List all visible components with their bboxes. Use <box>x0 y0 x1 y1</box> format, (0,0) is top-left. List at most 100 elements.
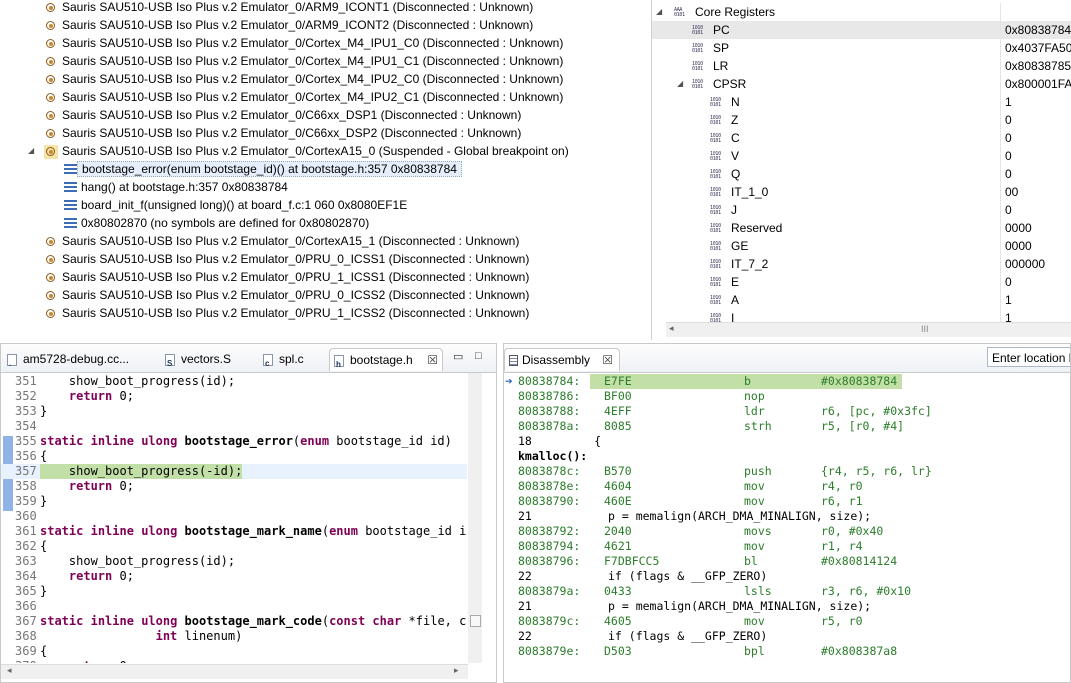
code-line[interactable]: 370 return 0; <box>1 659 467 663</box>
code-line[interactable]: 358 return 0; <box>1 479 467 494</box>
disassembly-lines[interactable]: 80838784: E7FE b #0x80838784 80838786: BF00 no… <box>504 374 1070 664</box>
scroll-left-icon[interactable]: ◂ <box>669 323 674 334</box>
tab-am5728-debug[interactable]: . am5728-debug.cc... <box>3 348 129 370</box>
register-row[interactable]: 1010 0101 PC 0x80838784 <box>652 21 1071 39</box>
instruction-line[interactable]: 8083879c: 4605 mov r5, r0 <box>504 614 1070 629</box>
instruction-line[interactable]: 80838784: E7FE b #0x80838784 <box>504 374 1070 389</box>
code-line[interactable]: 361 static inline ulong bootstage_mark_na… <box>1 524 467 539</box>
code-line[interactable]: 356{ <box>1 449 467 464</box>
register-value[interactable]: 0 <box>1005 165 1012 183</box>
debug-node[interactable]: Sauris SAU510-USB Iso Plus v.2 Emulator_… <box>30 34 563 52</box>
register-value[interactable]: 0x80838785 <box>1005 57 1071 75</box>
register-row[interactable]: 1010 0101 SP 0x4037FA50 <box>652 39 1071 57</box>
code-line[interactable]: 359} <box>1 494 467 509</box>
scroll-left-icon[interactable]: ◂ <box>7 665 12 676</box>
code-line[interactable]: 354 <box>1 419 467 434</box>
register-value[interactable]: 0 <box>1005 147 1012 165</box>
register-value[interactable]: 0 <box>1005 111 1012 129</box>
code-line[interactable]: 365} <box>1 584 467 599</box>
instruction-line[interactable]: 80838796: F7DBFCC5 bl #0x80814124 <box>504 554 1070 569</box>
instruction-line[interactable]: 8083879e: D503 bpl #0x808387a8 <box>504 644 1070 659</box>
register-row[interactable]: 1010 0101 Reserved 0000 <box>652 219 1071 237</box>
tab-bootstage-h[interactable]: h bootstage.h ☒ <box>329 348 443 371</box>
tab-disassembly[interactable]: Disassembly ☒ <box>504 348 620 371</box>
register-row[interactable]: 1010 0101 C 0 <box>652 129 1071 147</box>
register-row[interactable]: 1010 0101 Z 0 <box>652 111 1071 129</box>
collapse-arrow-icon[interactable]: ◢ <box>677 75 683 93</box>
code-line[interactable]: 369{ <box>1 644 467 659</box>
instruction-line[interactable]: 8083878a: 8085 strh r5, [r0, #4] <box>504 419 1070 434</box>
tab-vectors-s[interactable]: Svectors.S <box>161 348 231 370</box>
debug-node[interactable]: Sauris SAU510-USB Iso Plus v.2 Emulator_… <box>30 88 563 106</box>
source-line[interactable]: kmalloc(): <box>504 449 1070 464</box>
register-value[interactable]: 1 <box>1005 93 1012 111</box>
collapse-arrow-icon[interactable]: ◢ <box>28 142 36 160</box>
debug-node[interactable]: Sauris SAU510-USB Iso Plus v.2 Emulator_… <box>30 232 519 250</box>
register-value[interactable]: 0 <box>1005 273 1012 291</box>
code-line[interactable]: 357 show_boot_progress(-id); <box>1 464 467 479</box>
source-line[interactable]: 18 { <box>504 434 1070 449</box>
code-line[interactable]: 355 static inline ulong bootstage_error(e… <box>1 434 467 449</box>
scroll-right-icon[interactable]: ▸ <box>454 665 459 676</box>
register-value[interactable]: 0000 <box>1005 237 1032 255</box>
code-area[interactable]: 351 show_boot_progress(id); 352 return 0;… <box>1 373 467 663</box>
debug-node[interactable]: Sauris SAU510-USB Iso Plus v.2 Emulator_… <box>30 0 533 16</box>
register-row[interactable]: 1010 0101 E 0 <box>652 273 1071 291</box>
instruction-line[interactable]: 8083878e: 4604 mov r4, r0 <box>504 479 1070 494</box>
debug-node[interactable]: Sauris SAU510-USB Iso Plus v.2 Emulator_… <box>30 124 521 142</box>
register-value[interactable]: 1 <box>1005 291 1012 309</box>
code-line[interactable]: 360 <box>1 509 467 524</box>
code-line[interactable]: 367 static inline ulong bootstage_mark_co… <box>1 614 467 629</box>
maximize-icon[interactable]: □ <box>475 350 482 362</box>
code-line[interactable]: 352 return 0; <box>1 389 467 404</box>
debug-node[interactable]: Sauris SAU510-USB Iso Plus v.2 Emulator_… <box>30 70 563 88</box>
stack-frame[interactable]: hang() at bootstage.h:357 0x80838784 <box>64 178 288 196</box>
debug-node[interactable]: Sauris SAU510-USB Iso Plus v.2 Emulator_… <box>30 286 529 304</box>
code-line[interactable]: 363 show_boot_progress(id); <box>1 554 467 569</box>
register-row[interactable]: 1010 0101 V 0 <box>652 147 1071 165</box>
instruction-line[interactable]: 80838792: 2040 movs r0, #0x40 <box>504 524 1070 539</box>
instruction-line[interactable]: 8083878c: B570 push {r4, r5, r6, lr} <box>504 464 1070 479</box>
instruction-line[interactable]: 80838788: 4EFF ldr r6, [pc, #0x3fc] <box>504 404 1070 419</box>
debug-node[interactable]: Sauris SAU510-USB Iso Plus v.2 Emulator_… <box>30 250 529 268</box>
debug-node[interactable]: Sauris SAU510-USB Iso Plus v.2 Emulator_… <box>30 106 521 124</box>
debug-node[interactable]: Sauris SAU510-USB Iso Plus v.2 Emulator_… <box>30 16 533 34</box>
debug-node-suspended[interactable]: ◢ Sauris SAU510-USB Iso Plus v.2 Emulator… <box>28 142 569 160</box>
source-line[interactable]: 21 p = memalign(ARCH_DMA_MINALIGN, size)… <box>504 509 1070 524</box>
register-row[interactable]: 1010 0101 LR 0x80838785 <box>652 57 1071 75</box>
debug-node[interactable]: Sauris SAU510-USB Iso Plus v.2 Emulator_… <box>30 268 529 286</box>
register-value[interactable]: 0 <box>1005 129 1012 147</box>
tab-spl-c[interactable]: c spl.c <box>259 348 304 370</box>
register-value[interactable]: 0 <box>1005 201 1012 219</box>
code-line[interactable]: 362{ <box>1 539 467 554</box>
debug-node[interactable]: Sauris SAU510-USB Iso Plus v.2 Emulator_… <box>30 304 529 322</box>
register-row[interactable]: 1010 0101 A 1 <box>652 291 1071 309</box>
code-line[interactable]: 351 show_boot_progress(id); <box>1 374 467 389</box>
source-line[interactable]: 22 if (flags & __GFP_ZERO) <box>504 629 1070 644</box>
scroll-thumb[interactable] <box>470 615 481 627</box>
close-tab-icon[interactable]: ☒ <box>427 349 438 371</box>
register-row[interactable]: 1010 0101 Q 0 <box>652 165 1071 183</box>
debug-node[interactable]: Sauris SAU510-USB Iso Plus v.2 Emulator_… <box>30 52 563 70</box>
instruction-line[interactable]: 80838794: 4621 mov r1, r4 <box>504 539 1070 554</box>
register-value[interactable]: 000000 <box>1005 255 1045 273</box>
scroll-thumb-grip[interactable]: III <box>921 324 929 334</box>
register-row[interactable]: 1010 0101 IT_1_0 00 <box>652 183 1071 201</box>
instruction-line[interactable]: 80838786: BF00 nop <box>504 389 1070 404</box>
register-row[interactable]: 1010 0101 N 1 <box>652 93 1071 111</box>
register-value[interactable]: 0x80838784 <box>1005 21 1071 39</box>
code-line[interactable]: 353} <box>1 404 467 419</box>
stack-frame[interactable]: bootstage_error(enum bootstage_id)() at … <box>64 160 462 178</box>
location-input[interactable]: Enter location h <box>987 347 1070 367</box>
code-line[interactable]: 368 int linenum) <box>1 629 467 644</box>
register-row[interactable]: 1010 0101 GE 0000 <box>652 237 1071 255</box>
minimize-icon[interactable]: ▭ <box>453 350 463 363</box>
close-tab-icon[interactable]: ☒ <box>602 349 613 371</box>
register-value[interactable]: 0x4037FA50 <box>1005 39 1071 57</box>
stack-frame[interactable]: board_init_f(unsigned long)() at board_f… <box>64 196 407 214</box>
register-row[interactable]: ◢ 1010 0101 CPSR 0x800001FA <box>652 75 1071 93</box>
code-line[interactable]: 364 return 0; <box>1 569 467 584</box>
register-value[interactable]: 0x800001FA <box>1005 75 1071 93</box>
register-group-row[interactable]: ◢ AAA 0101 Core Registers <box>652 3 1071 21</box>
register-value[interactable]: 0000 <box>1005 219 1032 237</box>
